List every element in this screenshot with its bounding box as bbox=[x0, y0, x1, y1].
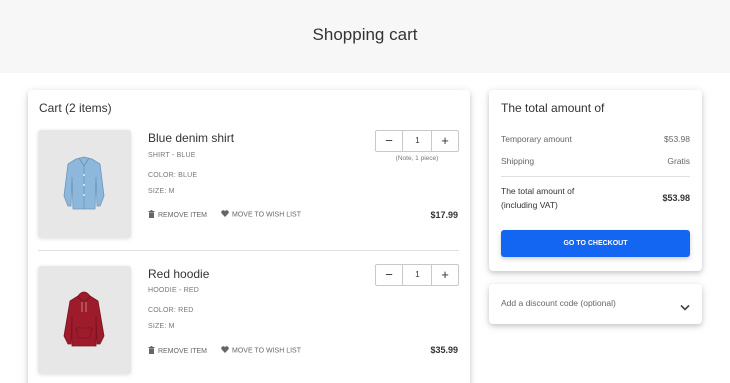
item-price: $35.99 bbox=[430, 345, 458, 355]
item-subtitle: HOODIE - RED bbox=[148, 287, 200, 294]
cart-heading: Cart (2 items) bbox=[39, 101, 112, 115]
quantity-input[interactable]: 1 bbox=[404, 265, 431, 285]
item-subtitle: SHIRT - BLUE bbox=[148, 152, 196, 159]
summary-title: The total amount of bbox=[501, 101, 605, 115]
summary-row-value: $53.98 bbox=[664, 134, 690, 144]
item-color: COLOR: RED bbox=[148, 307, 194, 314]
remove-item-label: REMOVE ITEM bbox=[158, 347, 208, 355]
increase-quantity-button[interactable]: + bbox=[431, 131, 458, 151]
hoodie-image bbox=[38, 266, 131, 374]
move-to-wishlist-label: MOVE TO WISH LIST bbox=[232, 211, 301, 219]
go-to-checkout-button[interactable]: GO TO CHECKOUT bbox=[501, 230, 690, 257]
quantity-stepper: − 1 + bbox=[375, 264, 459, 286]
summary-row-temporary-amount: Temporary amount $53.98 bbox=[501, 134, 690, 144]
page-title: Shopping cart bbox=[312, 25, 418, 44]
summary-divider bbox=[501, 176, 690, 177]
chevron-down-icon bbox=[680, 298, 690, 316]
move-to-wishlist-label: MOVE TO WISH LIST bbox=[232, 347, 301, 355]
summary-total-label-line2: (including VAT) bbox=[501, 200, 558, 210]
page-header: Shopping cart bbox=[0, 0, 730, 73]
move-to-wishlist-button[interactable]: MOVE TO WISH LIST bbox=[221, 346, 301, 355]
summary-row-shipping: Shipping Gratis bbox=[501, 156, 690, 166]
remove-item-button[interactable]: REMOVE ITEM bbox=[148, 210, 207, 220]
summary-row-value: Gratis bbox=[667, 156, 690, 166]
decrease-quantity-button[interactable]: − bbox=[376, 265, 403, 285]
item-name: Red hoodie bbox=[148, 267, 210, 281]
order-summary-card: The total amount of Temporary amount $53… bbox=[489, 90, 702, 271]
shirt-image bbox=[38, 130, 131, 238]
decrease-quantity-button[interactable]: − bbox=[376, 131, 403, 151]
quantity-note: (Note, 1 piece) bbox=[395, 155, 439, 162]
summary-total-label-line1: The total amount of bbox=[501, 186, 575, 196]
item-size: SIZE: M bbox=[148, 323, 175, 330]
summary-total-label: The total amount of (including VAT) bbox=[501, 184, 621, 212]
summary-row-label: Shipping bbox=[501, 156, 535, 166]
remove-item-label: REMOVE ITEM bbox=[158, 211, 208, 219]
trash-icon bbox=[148, 210, 155, 220]
summary-total-value: $53.98 bbox=[662, 193, 690, 203]
item-color: COLOR: BLUE bbox=[148, 172, 198, 179]
quantity-input[interactable]: 1 bbox=[404, 131, 431, 151]
item-price: $17.99 bbox=[430, 210, 458, 220]
trash-icon bbox=[148, 346, 155, 356]
discount-code-accordion[interactable]: Add a discount code (optional) bbox=[489, 284, 702, 324]
item-name: Blue denim shirt bbox=[148, 131, 235, 145]
increase-quantity-button[interactable]: + bbox=[431, 265, 458, 285]
remove-item-button[interactable]: REMOVE ITEM bbox=[148, 346, 207, 356]
move-to-wishlist-button[interactable]: MOVE TO WISH LIST bbox=[221, 210, 301, 219]
cart-item-red-hoodie: Red hoodie HOODIE - RED COLOR: RED SIZE:… bbox=[28, 264, 470, 383]
item-divider bbox=[38, 250, 459, 251]
item-size: SIZE: M bbox=[148, 188, 175, 195]
heart-icon bbox=[221, 346, 229, 355]
cart-card: Cart (2 items) Blue denim shirt SHIRT - … bbox=[28, 90, 470, 383]
discount-code-label: Add a discount code (optional) bbox=[501, 298, 616, 308]
quantity-stepper: − 1 + bbox=[375, 130, 459, 152]
cart-item-blue-denim-shirt: Blue denim shirt SHIRT - BLUE COLOR: BLU… bbox=[28, 130, 470, 250]
heart-icon bbox=[221, 210, 229, 219]
summary-row-label: Temporary amount bbox=[501, 134, 572, 144]
